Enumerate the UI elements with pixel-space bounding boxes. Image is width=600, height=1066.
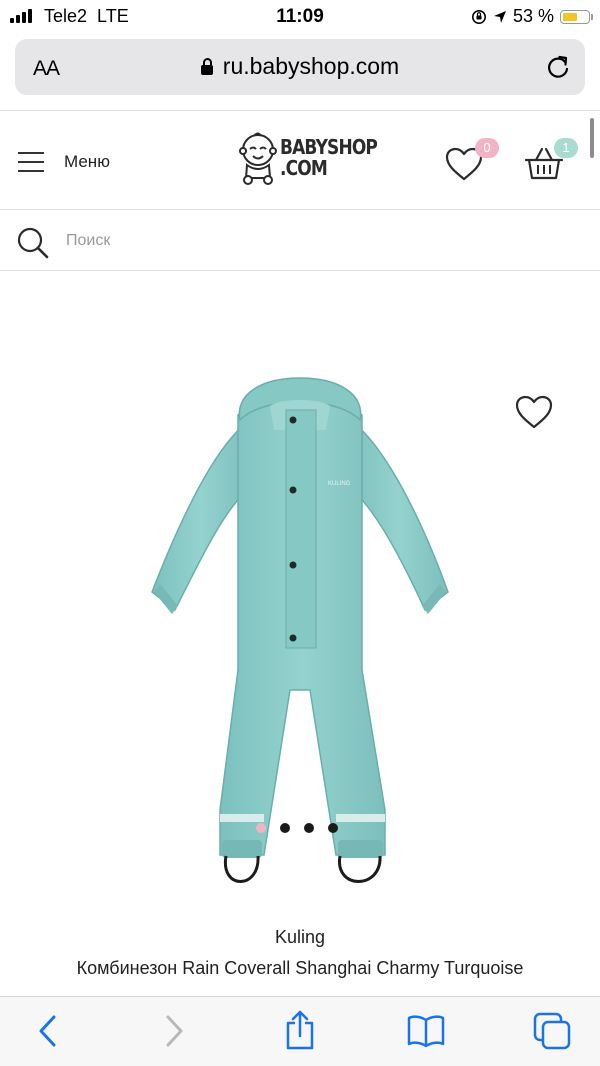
status-right: 53 % xyxy=(471,6,593,27)
orientation-lock-icon xyxy=(471,9,486,24)
back-icon[interactable] xyxy=(36,1013,60,1049)
browser-toolbar xyxy=(0,996,600,1066)
menu-label: Меню xyxy=(64,152,110,171)
carousel-dot[interactable] xyxy=(304,823,314,833)
menu-button[interactable]: Меню xyxy=(18,150,110,174)
carousel-dot[interactable] xyxy=(256,823,266,833)
search-input[interactable] xyxy=(64,226,548,256)
carousel-dot[interactable] xyxy=(280,823,290,833)
product-image[interactable]: KULING xyxy=(140,370,460,900)
image-carousel-dots[interactable] xyxy=(256,823,338,833)
product-brand[interactable]: Kuling xyxy=(0,927,600,948)
battery-percent: 53 % xyxy=(512,6,554,26)
address-bar[interactable]: AA ru.babyshop.com xyxy=(15,39,585,95)
add-to-wishlist-icon[interactable] xyxy=(514,394,554,430)
logo-line-2: .COM xyxy=(280,156,328,180)
battery-icon xyxy=(560,9,593,24)
baby-logo-icon xyxy=(239,132,277,185)
search-icon xyxy=(17,227,49,259)
carousel-dot[interactable] xyxy=(328,823,338,833)
search-bar[interactable] xyxy=(0,209,600,271)
reload-icon[interactable] xyxy=(545,53,571,81)
forward-icon[interactable] xyxy=(162,1013,186,1049)
site-logo[interactable]: BABYSHOP .COM xyxy=(238,130,394,186)
scrollbar-indicator[interactable] xyxy=(590,118,594,158)
product-name[interactable]: Комбинезон Rain Coverall Shanghai Charmy… xyxy=(0,958,600,979)
share-icon[interactable] xyxy=(284,1009,316,1051)
cart-button[interactable]: 1 xyxy=(524,138,584,186)
tabs-icon[interactable] xyxy=(532,1011,572,1051)
browser-divider xyxy=(0,110,600,111)
cart-count-badge: 1 xyxy=(554,138,578,158)
wishlist-button[interactable]: 0 xyxy=(444,138,504,186)
lock-icon xyxy=(200,58,213,75)
hamburger-icon xyxy=(18,150,44,174)
bookmarks-icon[interactable] xyxy=(406,1013,446,1049)
wishlist-count-badge: 0 xyxy=(475,138,499,158)
status-bar: Tele2 LTE 11:09 53 % xyxy=(0,0,600,34)
location-icon xyxy=(493,10,506,23)
garment-logo: KULING xyxy=(328,481,351,487)
logo-wordmark: BABYSHOP .COM xyxy=(280,135,378,180)
logo-line-1: BABYSHOP xyxy=(280,135,378,159)
url-text: ru.babyshop.com xyxy=(222,53,400,79)
url-field[interactable]: ru.babyshop.com xyxy=(15,53,585,80)
